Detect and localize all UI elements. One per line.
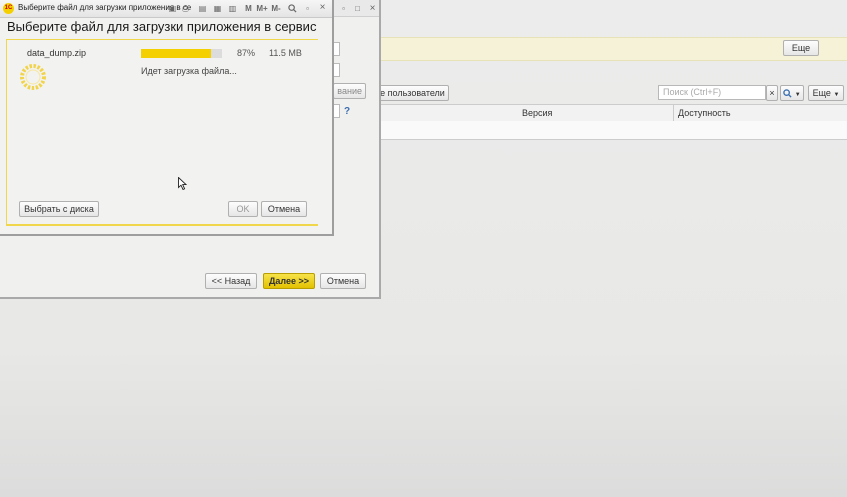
- file-size: 11.5 MB: [269, 48, 302, 58]
- preview-icon[interactable]: ▤: [198, 4, 207, 13]
- chevron-down-icon: ▼: [794, 92, 801, 98]
- upload-percent: 87%: [237, 48, 256, 58]
- wizard-partial-button[interactable]: вание: [333, 83, 366, 99]
- table-header: Версия Доступность: [380, 104, 847, 122]
- ok-button[interactable]: OK: [228, 201, 258, 217]
- column-divider: [673, 105, 674, 121]
- column-availability[interactable]: Доступность: [678, 108, 731, 118]
- memory-minus-button[interactable]: M-: [270, 4, 282, 13]
- table-icon[interactable]: ▦: [213, 4, 222, 13]
- calendar-icon[interactable]: ▥: [228, 4, 237, 13]
- cancel-button[interactable]: Отмена: [261, 201, 307, 217]
- search-icon: [783, 89, 792, 98]
- zoom-icon[interactable]: [288, 4, 297, 13]
- mouse-cursor-icon: [178, 177, 187, 190]
- users-button[interactable]: е пользователи: [376, 85, 449, 101]
- upload-status: Идет загрузка файла...: [141, 66, 237, 76]
- more-button-right[interactable]: Еще ▼: [808, 85, 844, 101]
- wizard-cancel-button[interactable]: Отмена: [320, 273, 366, 289]
- search-input[interactable]: Поиск (Ctrl+F): [658, 85, 766, 100]
- more-button-top[interactable]: Еще: [783, 40, 819, 56]
- search-placeholder: Поиск (Ctrl+F): [663, 87, 722, 97]
- back-button[interactable]: << Назад: [205, 273, 257, 289]
- wizard-field-3[interactable]: [333, 104, 340, 118]
- maximize-icon[interactable]: □: [353, 4, 362, 13]
- app-logo-icon: 1С: [3, 3, 14, 14]
- table-row[interactable]: [380, 121, 847, 140]
- minimize-icon[interactable]: ▫: [303, 4, 312, 13]
- search-button[interactable]: ▼: [780, 85, 804, 101]
- clear-icon: ×: [769, 88, 775, 98]
- next-button[interactable]: Далее >>: [263, 273, 315, 289]
- chevron-down-icon: ▼: [833, 92, 840, 98]
- memory-plus-button[interactable]: M+: [256, 4, 268, 13]
- upload-progress-bar: [141, 49, 222, 58]
- upload-dialog: 1С Выберите файл для загрузки приложения…: [0, 0, 334, 236]
- dialog-title-bar: 1С Выберите файл для загрузки приложения…: [0, 0, 332, 18]
- close-icon[interactable]: ×: [368, 4, 377, 14]
- close-icon[interactable]: ×: [318, 3, 327, 13]
- notice-band: [380, 37, 847, 61]
- dialog-window-title: Выберите файл для загрузки приложения в …: [18, 3, 192, 12]
- save-icon[interactable]: ▣: [168, 4, 177, 13]
- memory-button[interactable]: M: [244, 4, 253, 13]
- wizard-field-2[interactable]: [333, 63, 340, 77]
- column-version[interactable]: Версия: [522, 108, 552, 118]
- help-icon[interactable]: ?: [344, 106, 350, 117]
- select-from-disk-button[interactable]: Выбрать с диска: [19, 201, 99, 217]
- more-label: Еще: [812, 88, 831, 98]
- dialog-heading: Выберите файл для загрузки приложения в …: [7, 19, 317, 34]
- wizard-field-1[interactable]: [333, 42, 340, 56]
- minimize-icon[interactable]: ▫: [339, 4, 348, 13]
- loading-spinner-icon: [20, 64, 46, 90]
- print-icon[interactable]: ⎙: [181, 4, 190, 13]
- clear-search-button[interactable]: ×: [766, 85, 778, 101]
- file-name: data_dump.zip: [27, 48, 87, 58]
- upload-progress-fill: [141, 49, 212, 58]
